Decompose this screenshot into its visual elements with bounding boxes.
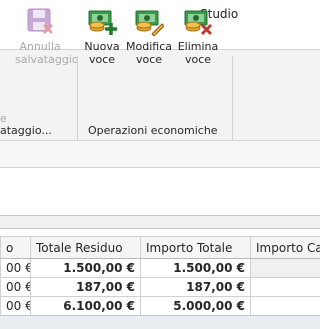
cell-importo-totale: 187,00 € — [140, 277, 251, 297]
cancel-save-label-1: Annulla — [19, 40, 61, 53]
grid-header-row: o Totale Residuo Importo Totale Importo … — [0, 236, 320, 259]
floppy-disk-cancel-icon — [27, 8, 53, 34]
cell-value: 00 € — [0, 296, 31, 316]
cell-value: 00 € — [0, 258, 31, 278]
delete-entry-label-2: voce — [184, 53, 212, 66]
money-edit-icon — [135, 10, 164, 36]
cancel-save-label-2: salvataggio — [15, 53, 79, 66]
cell-totale-residuo: 6.100,00 € — [30, 296, 141, 316]
table-row[interactable]: 00 € 1.500,00 € 1.500,00 € — [0, 258, 320, 278]
new-entry-label-1: Nuova — [84, 40, 120, 53]
grid-footer — [0, 315, 320, 329]
new-entry-label-2: voce — [88, 53, 116, 66]
cell-value: 00 € — [0, 277, 31, 297]
cell-importo-totale: 1.500,00 € — [140, 258, 251, 278]
cell-totale-residuo: 187,00 € — [30, 277, 141, 297]
delete-entry-label-1: Elimina — [177, 40, 219, 53]
edit-entry-button[interactable]: Modifica voce — [124, 6, 174, 66]
panel-splitter[interactable] — [0, 215, 320, 229]
cell-importo-cassa — [250, 296, 320, 316]
group-separator — [77, 56, 78, 140]
cell-importo-cassa — [250, 258, 320, 278]
column-header-totale-residuo[interactable]: Totale Residuo — [30, 236, 141, 259]
economic-group-label: Operazioni economiche — [88, 124, 218, 137]
money-add-icon — [88, 10, 117, 35]
table-row[interactable]: 00 € 6.100,00 € 5.000,00 € — [0, 296, 320, 316]
column-header[interactable]: o — [0, 236, 31, 259]
group-separator-2 — [232, 56, 233, 140]
table-row[interactable]: 00 € 187,00 € 187,00 € — [0, 277, 320, 297]
money-delete-icon — [184, 10, 213, 36]
content-panel — [0, 168, 320, 215]
delete-entry-button[interactable]: Elimina voce — [173, 6, 223, 66]
column-header-importo-totale[interactable]: Importo Totale — [140, 236, 251, 259]
cell-totale-residuo: 1.500,00 € — [30, 258, 141, 278]
cell-importo-totale: 5.000,00 € — [140, 296, 251, 316]
new-entry-button[interactable]: Nuova voce — [77, 6, 127, 66]
left-group-label: ataggio... — [0, 124, 52, 137]
cell-importo-cassa — [250, 277, 320, 297]
cancel-save-button[interactable]: Annulla salvataggio — [15, 6, 79, 66]
data-grid: o Totale Residuo Importo Totale Importo … — [0, 236, 320, 316]
sub-toolbar — [0, 141, 320, 168]
edit-entry-label-2: voce — [135, 53, 163, 66]
edit-entry-label-1: Modifica — [126, 40, 172, 53]
column-header-importo-cassa[interactable]: Importo Cas — [250, 236, 320, 259]
